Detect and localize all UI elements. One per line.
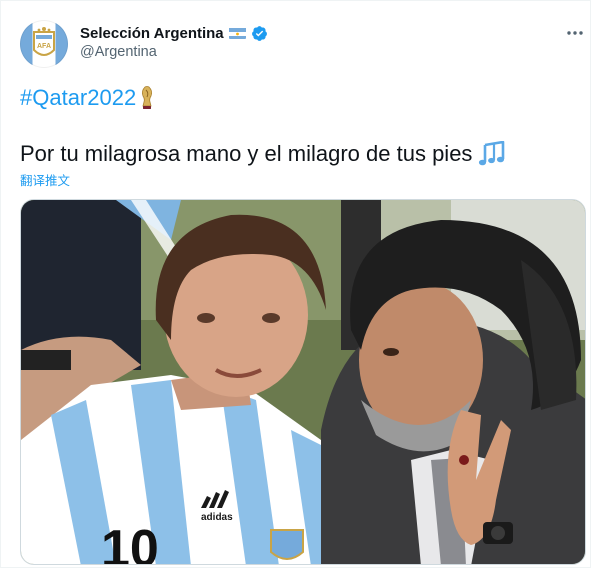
hashtag-link[interactable]: #Qatar2022 — [20, 85, 136, 111]
photo-two-players-embracing: adidas 10 — [21, 200, 585, 565]
hashtag-line: #Qatar2022 — [20, 84, 154, 112]
more-icon — [567, 31, 583, 35]
tweet-photo[interactable]: adidas 10 — [20, 199, 586, 565]
tweet-card[interactable]: AFA Selección Argentina @Argentina #Qata… — [0, 0, 591, 568]
handle[interactable]: @Argentina — [80, 44, 157, 60]
more-button[interactable] — [564, 23, 586, 43]
musical-notes-icon — [479, 141, 505, 166]
verified-badge-icon — [251, 25, 268, 42]
tweet-text: Por tu milagrosa mano y el milagro de tu… — [20, 141, 473, 166]
afa-crest-icon: AFA — [33, 27, 55, 56]
svg-text:AFA: AFA — [37, 43, 51, 50]
svg-text:10: 10 — [101, 520, 159, 565]
name-row: Selección Argentina — [80, 23, 268, 43]
display-name[interactable]: Selección Argentina — [80, 25, 224, 42]
world-cup-trophy-icon — [142, 86, 153, 109]
avatar[interactable]: AFA — [20, 20, 68, 68]
translate-tweet-link[interactable]: 翻译推文 — [20, 170, 70, 189]
argentina-flag-icon — [228, 27, 246, 39]
tweet-text-line: Por tu milagrosa mano y el milagro de tu… — [20, 140, 506, 168]
svg-text:adidas: adidas — [201, 512, 233, 523]
